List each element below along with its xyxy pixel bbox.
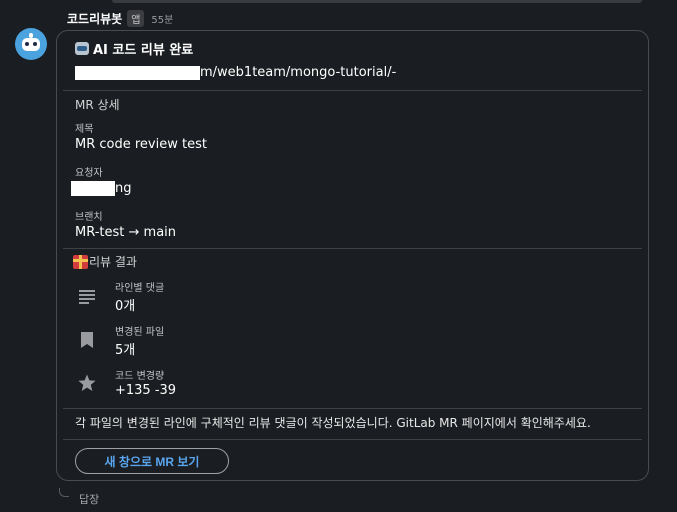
app-badge: 앱 <box>127 9 145 27</box>
card-title: AI 코드 리뷰 완료 <box>75 39 193 58</box>
requester-field-value: ng <box>71 181 132 196</box>
star-icon <box>78 374 96 391</box>
divider <box>63 408 642 409</box>
previous-message-edge <box>112 0 642 3</box>
message-timestamp[interactable]: 55분 <box>151 11 173 26</box>
bot-avatar[interactable] <box>15 28 47 60</box>
requester-value-text: ng <box>115 181 132 196</box>
stat-label: 코드 변경량 <box>115 371 165 382</box>
divider <box>63 439 642 440</box>
bookmark-icon <box>81 332 93 348</box>
stat-label: 라인별 댓글 <box>115 283 165 294</box>
repository-url[interactable]: m/web1team/mongo-tutorial/- <box>75 65 396 80</box>
branch-field-label: 브랜치 <box>75 212 103 223</box>
review-card: AI 코드 리뷰 완료 m/web1team/mongo-tutorial/- … <box>56 30 649 481</box>
url-suffix: m/web1team/mongo-tutorial/- <box>200 65 397 80</box>
branch-field-value: MR-test → main <box>75 225 176 240</box>
results-heading: 리뷰 결과 <box>73 253 137 270</box>
title-field-value: MR code review test <box>75 137 207 152</box>
redacted-block <box>71 181 115 196</box>
divider <box>63 90 642 91</box>
stat-value: 0개 <box>115 299 136 314</box>
robot-face-icon <box>22 38 40 51</box>
title-value-text: MR code review test <box>75 137 207 152</box>
reply-thread-icon <box>59 488 69 497</box>
card-title-text: AI 코드 리뷰 완료 <box>93 43 194 58</box>
stat-label: 변경된 파일 <box>115 327 165 338</box>
stat-value: +135 -39 <box>115 383 177 398</box>
stat-value: 5개 <box>115 343 136 358</box>
title-field-label: 제목 <box>75 124 94 135</box>
reply-link[interactable]: 답장 <box>79 491 99 507</box>
robot-icon <box>75 42 89 55</box>
sender-name[interactable]: 코드리뷰봇 <box>67 10 122 27</box>
branch-value-text: MR-test → main <box>75 225 177 240</box>
results-heading-text: 리뷰 결과 <box>89 255 137 269</box>
gift-icon <box>73 254 88 269</box>
details-heading: MR 상세 <box>75 98 120 112</box>
open-mr-button[interactable]: 새 창으로 MR 보기 <box>75 448 229 474</box>
review-note: 각 파일의 변경된 라인에 구체적인 리뷰 댓글이 작성되었습니다. GitLa… <box>75 416 591 430</box>
lines-icon <box>79 290 95 304</box>
requester-field-label: 요청자 <box>75 168 103 179</box>
divider <box>63 248 642 249</box>
redacted-block <box>75 65 200 80</box>
message-header: 코드리뷰봇 앱 55분 <box>67 9 173 27</box>
